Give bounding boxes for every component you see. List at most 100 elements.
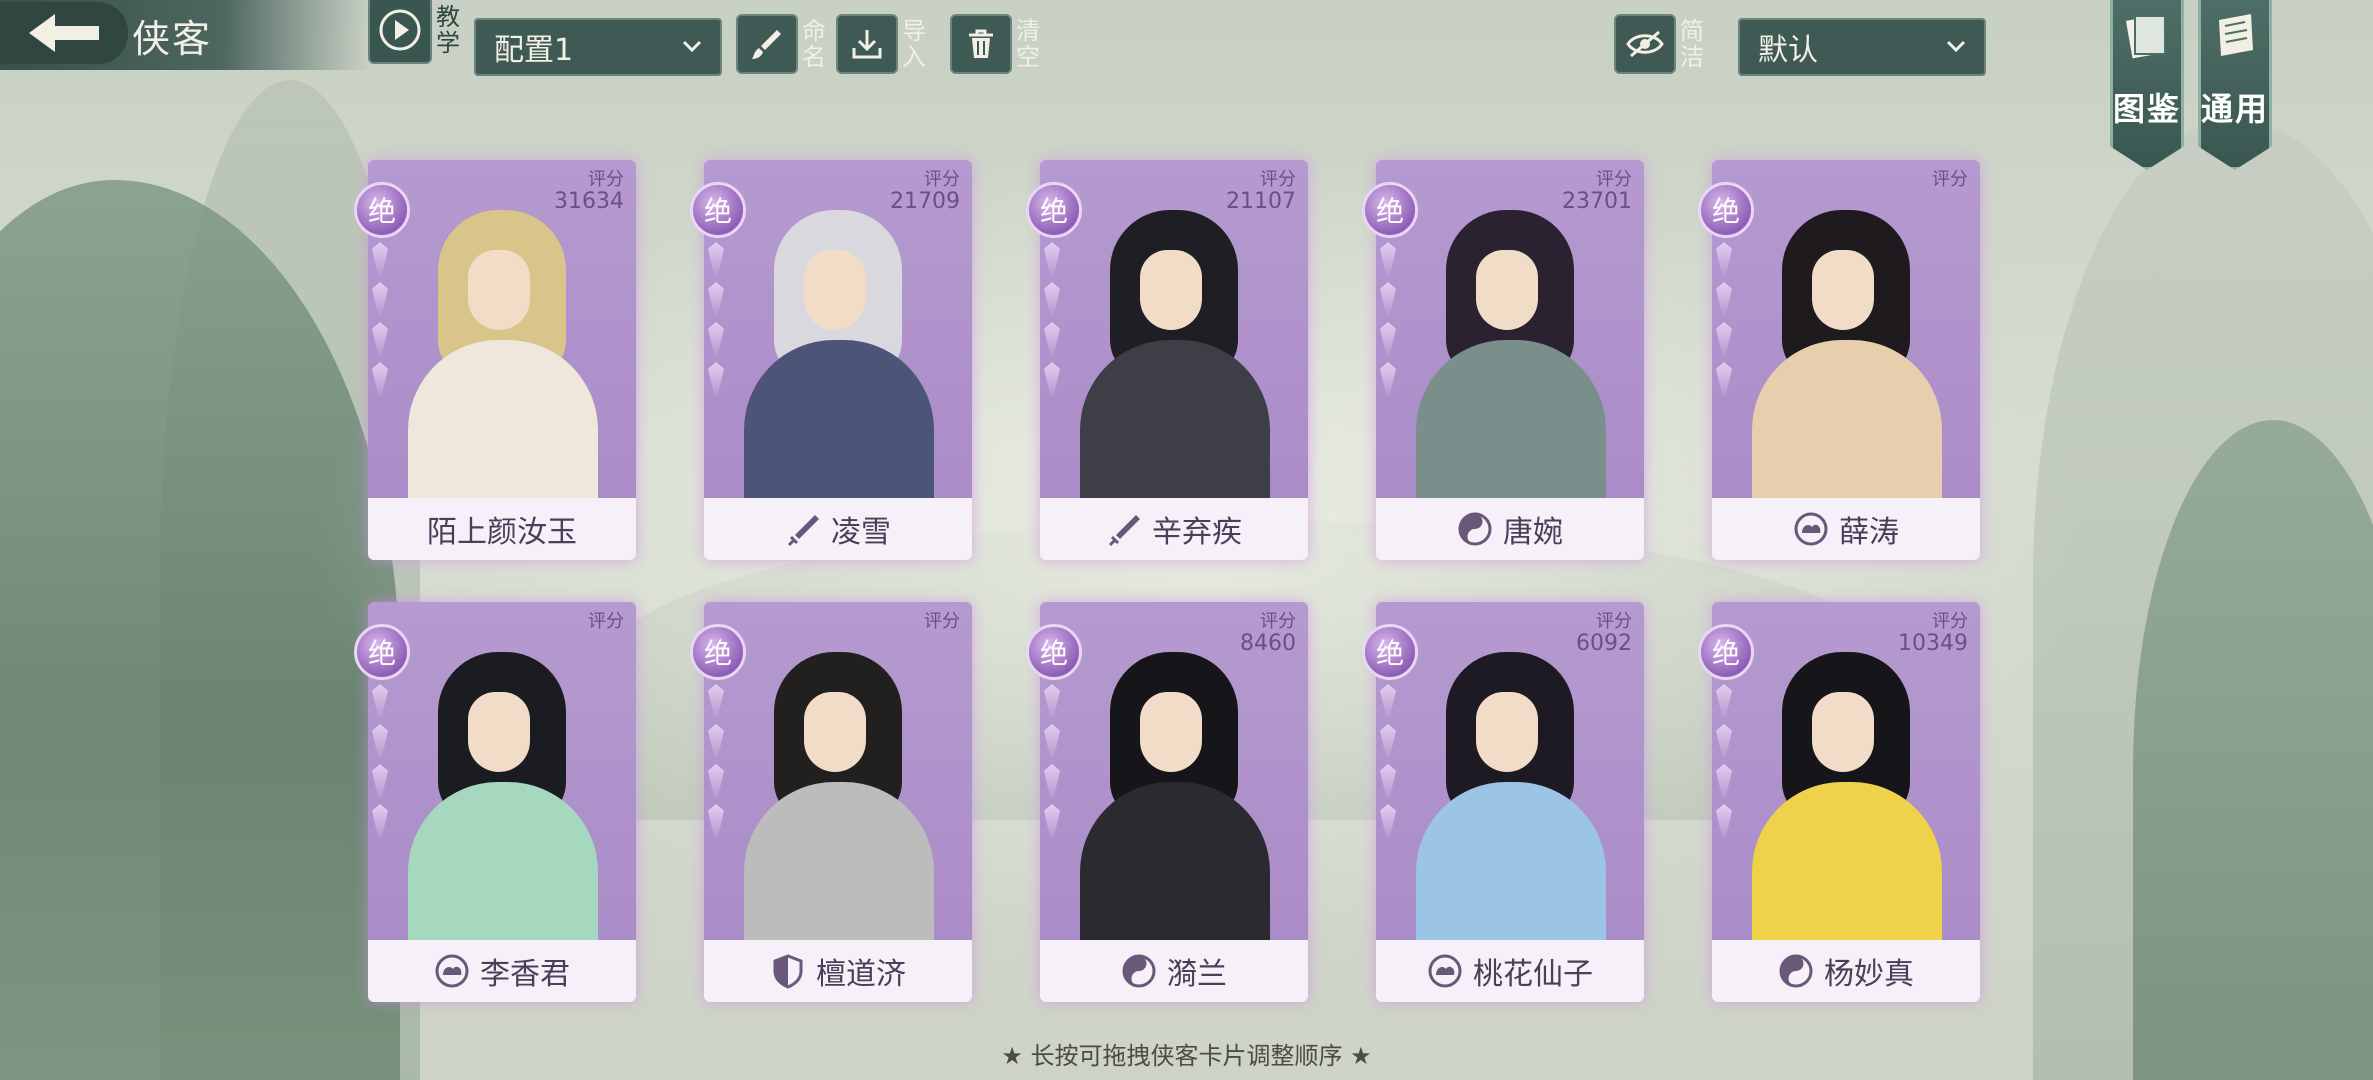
hero-card[interactable]: 评分 21709 凌雪 绝 <box>690 160 972 560</box>
score-value: 6092 <box>1576 631 1632 656</box>
hero-card-frame: 评分 李香君 <box>368 602 636 1002</box>
brush-icon <box>752 30 781 59</box>
hero-name-bar: 檀道济 <box>704 940 972 1002</box>
page-title: 侠客 <box>132 17 213 61</box>
score-label: 评分 <box>1596 611 1632 632</box>
score-value: 21709 <box>890 189 960 214</box>
score-label: 评分 <box>1260 169 1296 190</box>
star-rating <box>1044 242 1066 396</box>
hero-card-frame: 评分 31634 陌上颜汝玉 <box>368 160 636 560</box>
codex-tab[interactable]: 图鉴 <box>2110 0 2184 170</box>
hero-name: 李香君 <box>480 957 570 992</box>
tutorial-label: 教学 <box>436 3 460 57</box>
tutorial-button[interactable]: 教学 <box>368 0 464 64</box>
arrow-left-icon <box>29 14 99 52</box>
hero-name-bar: 凌雪 <box>704 498 972 560</box>
book-icon <box>2125 15 2166 59</box>
hero-name-bar: 漪兰 <box>1040 940 1308 1002</box>
general-tab-label: 通用 <box>2201 90 2270 128</box>
hero-portrait <box>704 200 972 510</box>
hero-card[interactable]: 评分 李香君 绝 <box>354 602 636 1002</box>
hero-card[interactable]: 评分 21107 辛弃疾 绝 <box>1026 160 1308 560</box>
shield-icon <box>773 954 803 989</box>
hero-portrait <box>1712 642 1980 952</box>
hero-name: 辛弃疾 <box>1152 515 1242 550</box>
hero-name: 杨妙真 <box>1824 957 1914 992</box>
star-rating <box>1716 242 1738 396</box>
general-tab[interactable]: 通用 <box>2198 0 2272 170</box>
score-value: 10349 <box>1898 631 1968 656</box>
star-rating <box>372 242 394 396</box>
hero-card-frame: 评分 21107 辛弃疾 <box>1040 160 1308 560</box>
hero-name-bar: 李香君 <box>368 940 636 1002</box>
header-bar: 侠客 <box>0 0 370 70</box>
hero-card[interactable]: 评分 31634 陌上颜汝玉 绝 <box>354 160 636 560</box>
score-label: 评分 <box>924 611 960 632</box>
taiji-icon <box>1779 954 1813 988</box>
hero-card[interactable]: 评分 6092 桃花仙子 绝 <box>1362 602 1644 1002</box>
hero-name-bar: 陌上颜汝玉 <box>368 498 636 560</box>
star-rating <box>1044 684 1066 838</box>
rank-badge: 绝 <box>1026 182 1082 238</box>
star-rating <box>708 684 730 838</box>
rank-badge: 绝 <box>354 182 410 238</box>
cloud-icon <box>435 954 469 988</box>
hero-card[interactable]: 评分 薛涛 绝 <box>1698 160 1980 560</box>
hero-portrait <box>1376 642 1644 952</box>
score-block: 评分 31634 <box>554 170 624 214</box>
hero-name: 漪兰 <box>1167 957 1227 992</box>
simple-mode-toggle[interactable]: 简洁 <box>1614 14 1708 74</box>
star-rating <box>708 242 730 396</box>
import-button[interactable]: 导入 <box>836 14 930 74</box>
rank-badge: 绝 <box>1362 182 1418 238</box>
back-button[interactable] <box>0 2 128 64</box>
drag-hint: ★ 长按可拖拽侠客卡片调整顺序 ★ <box>1001 1042 1372 1070</box>
score-label: 评分 <box>588 169 624 190</box>
hero-name: 薛涛 <box>1839 515 1899 550</box>
hero-name-bar: 薛涛 <box>1712 498 1980 560</box>
config-select[interactable]: 配置1 <box>474 18 722 76</box>
star-rating <box>372 684 394 838</box>
hero-card[interactable]: 评分 23701 唐婉 绝 <box>1362 160 1644 560</box>
sword-icon <box>787 515 819 547</box>
cloud-icon <box>1428 954 1462 988</box>
score-block: 评分 6092 <box>1576 612 1632 656</box>
rename-button[interactable]: 命名 <box>736 14 830 74</box>
score-block: 评分 21107 <box>1226 170 1296 214</box>
import-label: 导入 <box>902 17 926 71</box>
sort-select[interactable]: 默认 <box>1738 18 1986 76</box>
rank-badge: 绝 <box>1698 182 1754 238</box>
hero-name-bar: 唐婉 <box>1376 498 1644 560</box>
hero-name-bar: 辛弃疾 <box>1040 498 1308 560</box>
simple-mode-label: 简洁 <box>1680 17 1704 71</box>
hero-name-bar: 杨妙真 <box>1712 940 1980 1002</box>
hero-card[interactable]: 评分 10349 杨妙真 绝 <box>1698 602 1980 1002</box>
hero-card-frame: 评分 薛涛 <box>1712 160 1980 560</box>
hero-card[interactable]: 评分 8460 漪兰 绝 <box>1026 602 1308 1002</box>
score-value: 31634 <box>554 189 624 214</box>
score-label: 评分 <box>1596 169 1632 190</box>
score-label: 评分 <box>924 169 960 190</box>
hero-card-frame: 评分 23701 唐婉 <box>1376 160 1644 560</box>
hero-portrait <box>1376 200 1644 510</box>
hero-name: 凌雪 <box>831 515 891 550</box>
hero-portrait <box>704 642 972 952</box>
score-label: 评分 <box>1932 611 1968 632</box>
rename-label: 命名 <box>802 17 826 71</box>
hero-name: 陌上颜汝玉 <box>427 515 577 550</box>
score-block: 评分 8460 <box>1240 612 1296 656</box>
hero-portrait <box>1040 642 1308 952</box>
clear-label: 清空 <box>1016 17 1040 71</box>
chevron-down-icon <box>1946 40 1966 53</box>
hero-card-frame: 评分 檀道济 <box>704 602 972 1002</box>
hero-name: 檀道济 <box>816 957 906 992</box>
score-block: 评分 <box>924 612 960 632</box>
hero-portrait <box>1712 200 1980 510</box>
score-value: 23701 <box>1562 189 1632 214</box>
hero-card[interactable]: 评分 檀道济 绝 <box>690 602 972 1002</box>
sword-icon <box>1108 515 1140 547</box>
clear-button[interactable]: 清空 <box>950 14 1044 74</box>
eye-hidden-icon <box>1626 30 1664 58</box>
score-block: 评分 <box>588 612 624 632</box>
hero-portrait <box>1040 200 1308 510</box>
